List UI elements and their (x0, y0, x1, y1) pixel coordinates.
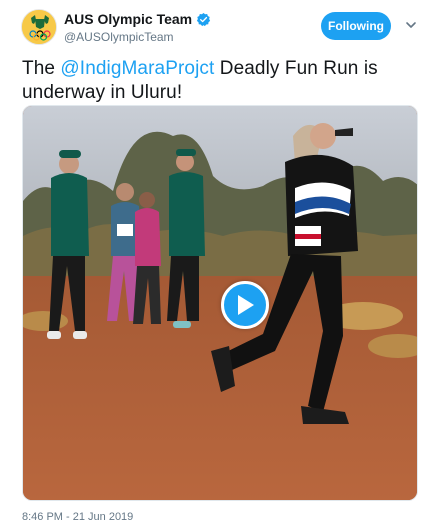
chevron-down-icon[interactable] (404, 18, 418, 32)
display-name[interactable]: AUS Olympic Team (64, 11, 211, 27)
tweet-header: AUS Olympic Team @AUSOlympicTeam Followi… (0, 0, 440, 52)
coat-of-arms-olympic-rings-icon (22, 10, 56, 44)
runner-children (107, 183, 161, 324)
tweet-card: AUS Olympic Team @AUSOlympicTeam Followi… (0, 0, 440, 520)
play-button[interactable] (221, 281, 269, 329)
tweet-timestamp[interactable]: 8:46 PM - 21 Jun 2019 (22, 511, 133, 520)
tweet-text-prefix: The (22, 58, 61, 79)
video-media[interactable] (22, 105, 418, 501)
verified-badge-icon (197, 12, 211, 26)
mention-link[interactable]: @IndigMaraProjct (60, 58, 214, 79)
display-name-text[interactable]: AUS Olympic Team (64, 11, 192, 27)
avatar[interactable] (21, 9, 57, 45)
play-icon (238, 295, 254, 315)
following-button[interactable]: Following (321, 12, 391, 40)
tweet-text: The @IndigMaraProjct Deadly Fun Run is u… (22, 57, 422, 105)
account-handle[interactable]: @AUSOlympicTeam (64, 30, 174, 44)
